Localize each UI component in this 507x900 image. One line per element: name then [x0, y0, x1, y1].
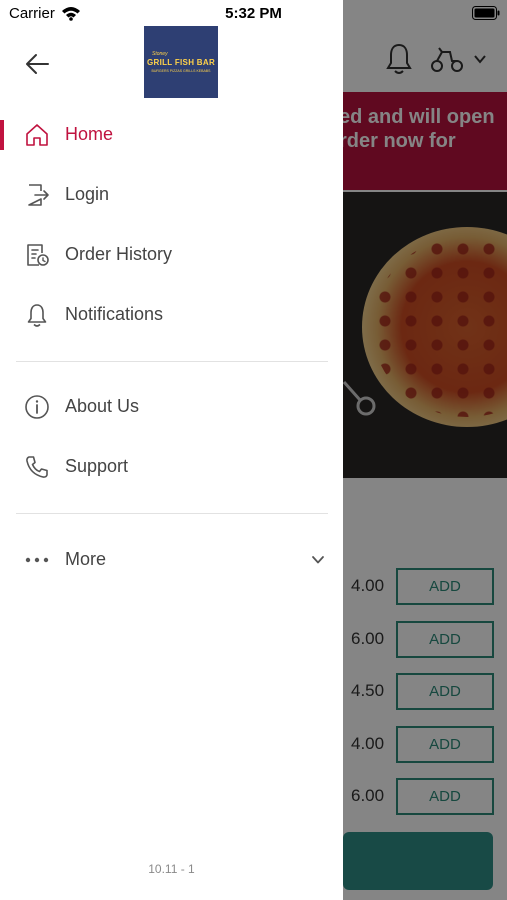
nav-label-more: More [65, 549, 107, 569]
nav-item-notifications[interactable]: Notifications [0, 290, 343, 340]
nav-label-login: Login [65, 184, 110, 204]
nav-label-home: Home [65, 124, 114, 144]
order-history-icon [27, 244, 49, 266]
nav-item-about-us[interactable]: About Us [0, 382, 343, 432]
app-version: 10.11 - 1 [148, 862, 195, 876]
bell-icon [27, 304, 47, 327]
nav-label-order-history: Order History [65, 244, 173, 264]
active-indicator [0, 120, 4, 150]
phone-icon [26, 456, 48, 478]
status-bar: Carrier 5:32 PM [0, 0, 507, 28]
home-icon [26, 124, 48, 146]
logo-small-text: Stoney [152, 51, 168, 57]
nav-label-notifications: Notifications [65, 304, 164, 324]
login-icon [28, 184, 49, 206]
nav-label-about-us: About Us [65, 396, 140, 416]
navigation-drawer: Stoney GRILL FISH BAR BURGERS PIZZAS GRI… [0, 0, 343, 900]
battery-icon [472, 6, 500, 20]
back-arrow-icon[interactable] [24, 50, 52, 78]
nav-item-order-history[interactable]: Order History [0, 230, 343, 280]
logo-name: GRILL FISH BAR [146, 58, 216, 67]
logo-tagline: BURGERS PIZZAS GRILLS KEBABS [151, 69, 211, 73]
nav-item-home[interactable]: Home [0, 110, 343, 160]
menu-divider [16, 361, 328, 362]
menu-divider [16, 513, 328, 514]
ellipsis-icon [25, 557, 49, 563]
nav-label-support: Support [65, 456, 129, 476]
nav-item-support[interactable]: Support [0, 442, 343, 492]
nav-item-login[interactable]: Login [0, 170, 343, 220]
chevron-down-icon [312, 556, 324, 564]
nav-item-more[interactable]: More [0, 535, 343, 585]
info-icon [25, 395, 49, 419]
restaurant-logo: Stoney GRILL FISH BAR BURGERS PIZZAS GRI… [144, 26, 218, 98]
status-time: 5:32 PM [225, 5, 282, 22]
